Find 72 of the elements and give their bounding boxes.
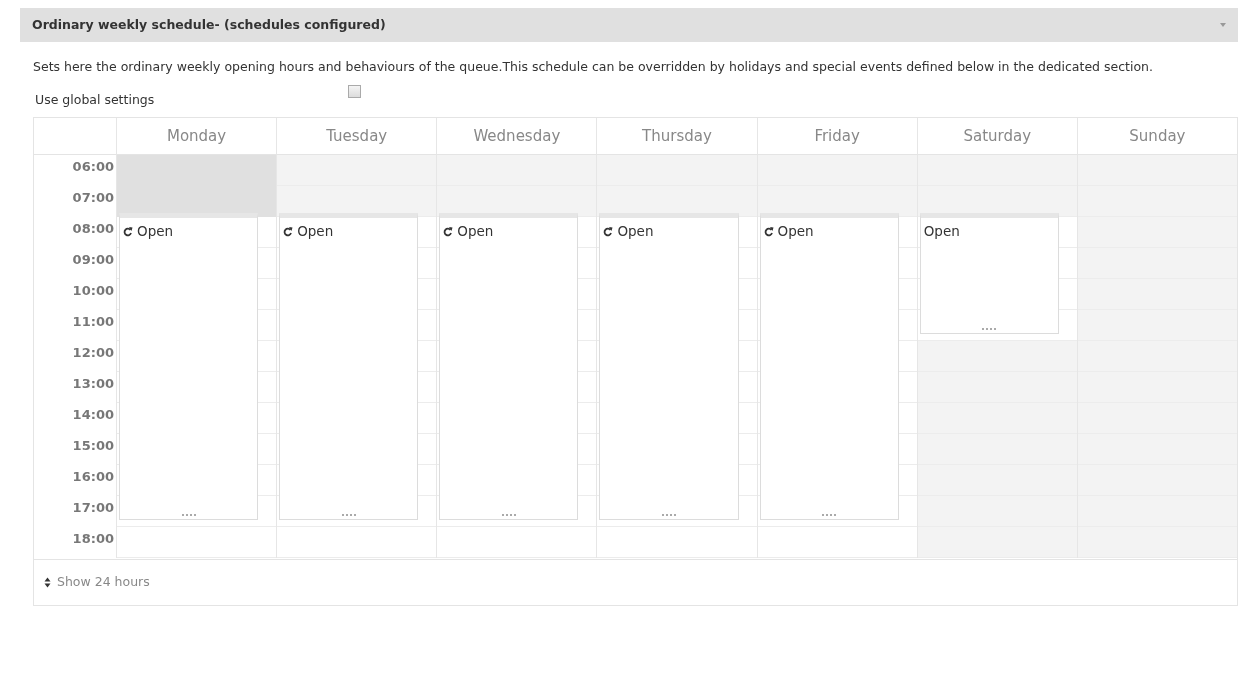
time-slot[interactable] bbox=[1077, 527, 1237, 558]
time-slot[interactable] bbox=[917, 465, 1077, 496]
time-slot[interactable] bbox=[917, 403, 1077, 434]
checkbox-label: Use global settings bbox=[34, 90, 156, 109]
time-slot[interactable] bbox=[1077, 248, 1237, 279]
time-slot[interactable] bbox=[917, 434, 1077, 465]
time-label: 08:00 bbox=[71, 220, 115, 238]
event-label: Open bbox=[297, 222, 334, 241]
event-label: Open bbox=[137, 222, 174, 241]
day-header: Wednesday bbox=[436, 118, 597, 154]
time-label: 10:00 bbox=[71, 282, 115, 300]
panel-title: Ordinary weekly schedule- (schedules configured) bbox=[32, 15, 386, 34]
event-block[interactable]: Open bbox=[919, 213, 1059, 334]
day-header: Monday bbox=[116, 118, 277, 154]
time-slot[interactable] bbox=[1077, 372, 1237, 403]
resize-handle-icon[interactable] bbox=[822, 514, 837, 516]
day-header: Thursday bbox=[596, 118, 757, 154]
time-slot[interactable] bbox=[917, 372, 1077, 403]
time-slot[interactable] bbox=[1077, 403, 1237, 434]
time-label: 16:00 bbox=[71, 468, 115, 486]
time-label: 13:00 bbox=[71, 375, 115, 393]
event-block[interactable]: Open bbox=[439, 213, 579, 520]
resize-handle-icon[interactable] bbox=[662, 514, 676, 516]
time-label: 07:00 bbox=[71, 189, 115, 207]
time-slot[interactable] bbox=[1077, 496, 1237, 527]
time-slot[interactable] bbox=[277, 155, 437, 186]
time-slot[interactable] bbox=[917, 155, 1077, 186]
time-slot[interactable] bbox=[1077, 279, 1237, 310]
event-label: Open bbox=[777, 222, 814, 241]
time-label: 18:00 bbox=[71, 530, 115, 548]
checkbox[interactable] bbox=[348, 84, 361, 98]
up-down-icon bbox=[44, 577, 51, 588]
panel-header[interactable]: Ordinary weekly schedule- (schedules configured) bbox=[20, 8, 1238, 42]
time-slot[interactable] bbox=[917, 341, 1077, 372]
time-slot[interactable] bbox=[437, 155, 597, 186]
time-label: 17:00 bbox=[71, 499, 115, 517]
event-block[interactable]: Open bbox=[119, 213, 259, 520]
resize-handle-icon[interactable] bbox=[181, 514, 196, 516]
caret-icon bbox=[1220, 23, 1226, 27]
time-slot[interactable] bbox=[1077, 186, 1237, 217]
time-label: 15:00 bbox=[71, 437, 115, 455]
day-header: Saturday bbox=[916, 118, 1077, 154]
day-header: Sunday bbox=[1076, 118, 1237, 154]
event-block[interactable]: Open bbox=[599, 213, 739, 520]
resize-handle-icon[interactable] bbox=[341, 514, 356, 516]
time-slot[interactable] bbox=[1077, 155, 1237, 186]
time-slot[interactable] bbox=[597, 155, 757, 186]
time-slot[interactable] bbox=[757, 155, 917, 186]
resize-handle-icon[interactable] bbox=[501, 514, 516, 516]
time-slot[interactable] bbox=[1077, 217, 1237, 248]
event-block[interactable]: Open bbox=[279, 213, 419, 520]
time-label: 14:00 bbox=[71, 406, 115, 424]
time-label: 12:00 bbox=[71, 344, 115, 362]
time-slot[interactable] bbox=[1077, 434, 1237, 465]
time-slot[interactable] bbox=[1077, 310, 1237, 341]
event-label: Open bbox=[617, 222, 654, 241]
resize-handle-icon[interactable] bbox=[982, 328, 997, 330]
time-label: 06:00 bbox=[71, 158, 115, 176]
time-slot[interactable] bbox=[917, 496, 1077, 527]
event-label: Open bbox=[457, 222, 494, 241]
event-label: Open bbox=[923, 222, 960, 241]
description-text: Sets here the ordinary weekly opening hours and behaviours of the queue.This schedule can be overridden by holidays and special events defined below in the dedicated section. bbox=[33, 58, 1154, 76]
day-header: Friday bbox=[756, 118, 917, 154]
time-label: 11:00 bbox=[71, 313, 115, 331]
time-slot[interactable] bbox=[917, 527, 1077, 558]
time-slot[interactable] bbox=[1077, 465, 1237, 496]
day-header: Tuesday bbox=[276, 118, 437, 154]
selected-time-slot[interactable] bbox=[117, 155, 277, 186]
time-slot[interactable] bbox=[1077, 341, 1237, 372]
show-hours-button[interactable]: Show 24 hours bbox=[44, 573, 150, 592]
time-label: 09:00 bbox=[71, 251, 115, 269]
event-block[interactable]: Open bbox=[759, 213, 899, 520]
